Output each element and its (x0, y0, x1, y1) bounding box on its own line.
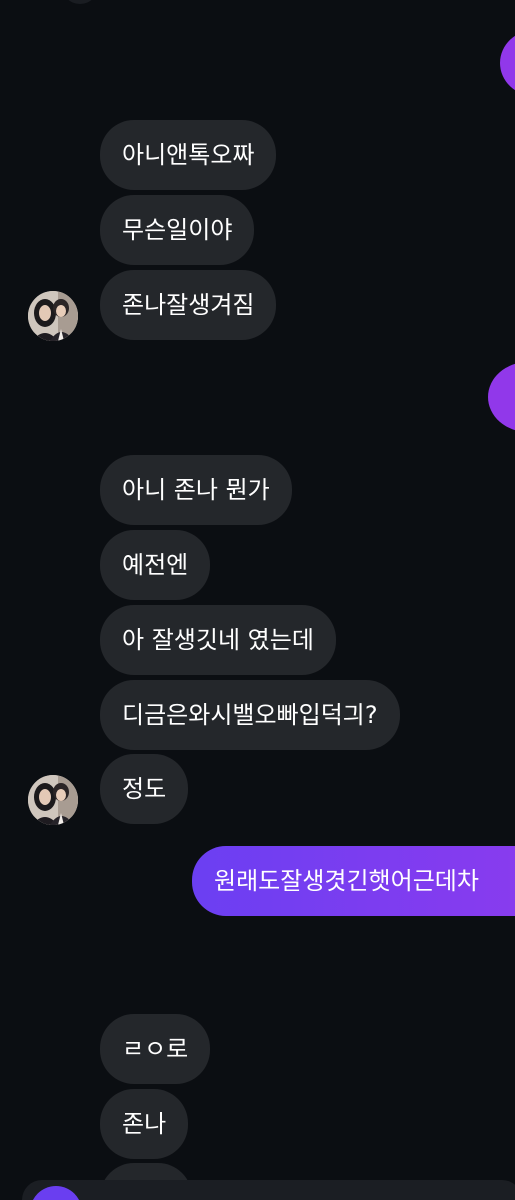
message-text: 아니 존나 뭔가 (122, 476, 270, 504)
message-text: 아니앤톡오짜 (122, 141, 255, 169)
avatar-photo-icon (28, 775, 78, 825)
received-message-bubble[interactable]: 디금은와시밸오빠입덕긔? (100, 680, 400, 750)
message-composer[interactable] (22, 1180, 515, 1200)
received-message-bubble[interactable]: ㄹㅇ로 (100, 1014, 211, 1084)
received-message-bubble[interactable]: 정도 (100, 754, 189, 824)
received-message-bubble[interactable]: 아니앤톡오짜 (100, 120, 277, 190)
sent-message-bubble-partial[interactable] (488, 362, 515, 432)
message-text: 원래도잘생겻긴햇어근데차 (214, 867, 479, 895)
message-text: 아 잘생깃네 였는데 (122, 626, 314, 654)
message-text: ㄹㅇ로 (122, 1035, 189, 1063)
message-text: 정도 (122, 775, 167, 803)
received-message-bubble[interactable]: 아니 존나 뭔가 (100, 455, 292, 525)
sent-message-bubble[interactable]: 원래도잘생겻긴햇어근데차 (192, 846, 515, 916)
previous-avatar-edge (60, 0, 100, 4)
received-message-bubble[interactable]: 존나잘생겨짐 (100, 270, 277, 340)
sent-message-bubble-partial[interactable] (500, 30, 515, 96)
chat-thread[interactable]: 아니앤톡오짜 무슨일이야 존나잘생겨짐 아니 존나 뭔가 예전엔 아 잘생깃네 … (0, 0, 515, 1200)
received-message-bubble[interactable]: 아 잘생깃네 였는데 (100, 605, 336, 675)
contact-avatar[interactable] (28, 775, 78, 825)
message-text: 예전엔 (122, 551, 189, 579)
contact-avatar[interactable] (28, 291, 78, 341)
received-message-bubble[interactable]: 예전엔 (100, 530, 211, 600)
received-message-bubble[interactable]: 존나 (100, 1089, 189, 1159)
message-text: 디금은와시밸오빠입덕긔? (122, 701, 378, 729)
message-text: 무슨일이야 (122, 216, 233, 244)
message-text: 존나 (122, 1110, 167, 1138)
message-text: 존나잘생겨짐 (122, 291, 255, 319)
received-message-bubble[interactable]: 무슨일이야 (100, 195, 255, 265)
avatar-photo-icon (28, 291, 78, 341)
